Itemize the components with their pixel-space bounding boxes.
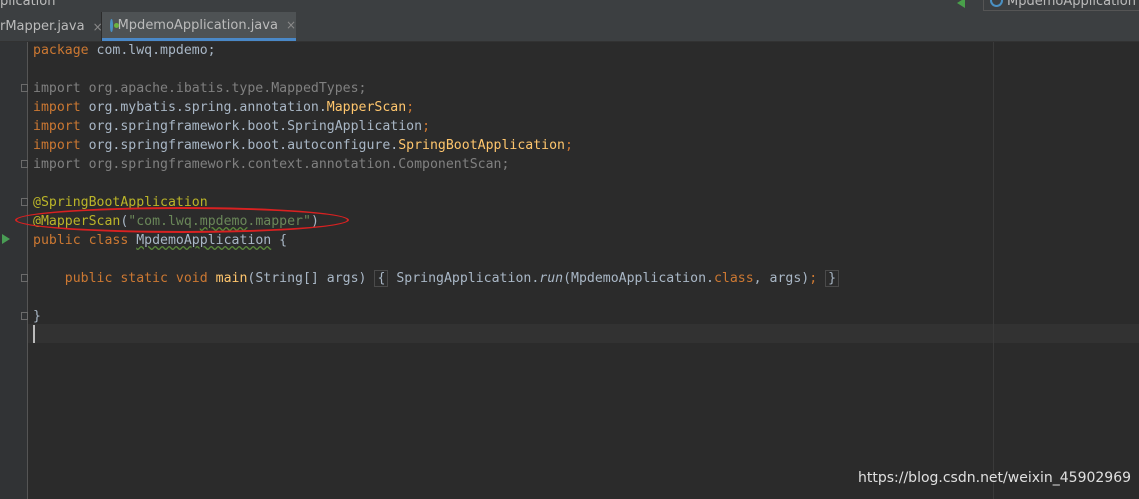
- editor-gutter[interactable]: [0, 42, 28, 499]
- run-configuration-label: MpdemoApplication: [1007, 0, 1136, 9]
- tab-mapper-java[interactable]: rMapper.java ×: [0, 12, 103, 41]
- fold-class-end-icon[interactable]: [21, 312, 28, 320]
- code-line-import: import org.springframework.context.annot…: [33, 157, 510, 172]
- spring-class-icon: [110, 18, 118, 32]
- fold-imports-end-icon[interactable]: [21, 160, 28, 168]
- code-line-package: package com.lwq.mpdemo;: [33, 43, 216, 58]
- fold-class-icon[interactable]: [21, 198, 28, 206]
- title-bar: plication MpdemoApplication: [0, 0, 1139, 12]
- code-line-import: import org.apache.ibatis.type.MappedType…: [33, 81, 367, 96]
- run-configuration-selector[interactable]: MpdemoApplication: [983, 0, 1139, 11]
- code-line-import: import org.mybatis.spring.annotation.Map…: [33, 100, 415, 115]
- text-caret: [33, 325, 35, 343]
- right-margin-guide: [993, 42, 994, 499]
- tab-label: rMapper.java: [0, 19, 85, 34]
- editor-tab-bar: rMapper.java × MpdemoApplication.java ×: [0, 12, 1139, 42]
- code-line-import: import org.springframework.boot.autoconf…: [33, 138, 573, 153]
- code-line-main-method: public static void main(String[] args) {…: [33, 269, 840, 288]
- close-tab-icon[interactable]: ×: [286, 18, 296, 32]
- tab-mpdemoapplication-java[interactable]: MpdemoApplication.java ×: [102, 12, 296, 41]
- fold-method-icon[interactable]: [21, 274, 28, 282]
- watermark: https://blog.csdn.net/weixin_45902969: [858, 470, 1132, 486]
- current-line-highlight: [28, 324, 1139, 343]
- spring-app-icon: [990, 0, 1003, 7]
- navigate-back-icon[interactable]: [957, 0, 965, 8]
- tab-label: MpdemoApplication.java: [117, 17, 278, 33]
- highlight-circle: [15, 207, 349, 233]
- run-gutter-icon[interactable]: [2, 234, 10, 244]
- code-line-import: import org.springframework.boot.SpringAp…: [33, 119, 431, 134]
- window-title-fragment: plication: [0, 0, 56, 9]
- code-line-class-close: }: [33, 309, 41, 324]
- fold-imports-icon[interactable]: [21, 84, 28, 92]
- code-line-class-declaration: public class MpdemoApplication {: [33, 233, 288, 248]
